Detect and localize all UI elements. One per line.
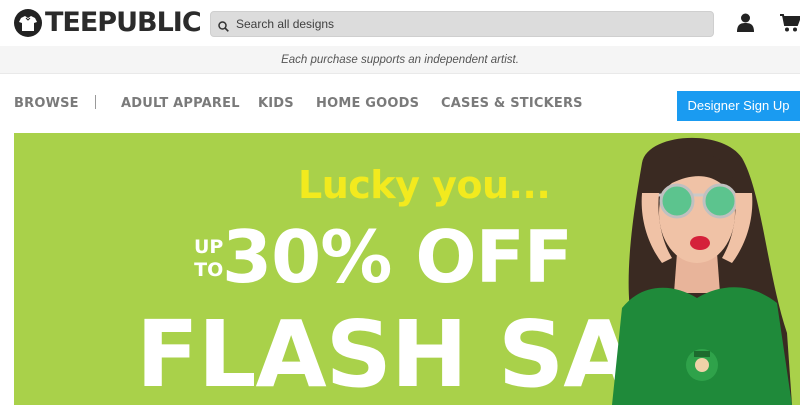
- site-header: TEEPUBLIC: [0, 0, 800, 46]
- main-nav: BROWSE ADULT APPAREL KIDS HOME GOODS CAS…: [0, 75, 800, 131]
- cart-icon[interactable]: [780, 14, 800, 32]
- hero-upto-line1: UP: [194, 236, 224, 258]
- hero-headline: Lucky you...: [298, 163, 551, 207]
- logo-text: TEEPUBLIC: [45, 7, 202, 38]
- designer-signup-button[interactable]: Designer Sign Up: [677, 91, 800, 121]
- hero-upto: UP TO: [194, 236, 223, 282]
- user-icon[interactable]: [737, 13, 754, 32]
- nav-item-adult-apparel[interactable]: ADULT APPAREL: [121, 96, 240, 111]
- nav-item-home-goods[interactable]: HOME GOODS: [316, 96, 419, 111]
- hero-discount: 30% OFF: [222, 215, 573, 299]
- nav-item-browse[interactable]: BROWSE: [14, 96, 79, 111]
- search-bar[interactable]: [210, 11, 714, 37]
- search-icon[interactable]: [218, 19, 229, 32]
- hero-upto-line2: TO: [194, 259, 224, 281]
- logo-badge-icon: [14, 9, 42, 37]
- hero-model-image: [602, 133, 800, 405]
- search-input[interactable]: [236, 17, 696, 31]
- nav-item-kids[interactable]: KIDS: [258, 96, 294, 111]
- teepublic-logo[interactable]: TEEPUBLIC: [14, 7, 202, 38]
- nav-item-cases-stickers[interactable]: CASES & STICKERS: [441, 96, 583, 111]
- tagline-banner: Each purchase supports an independent ar…: [0, 46, 800, 74]
- nav-divider: [95, 95, 96, 109]
- hero-banner[interactable]: Lucky you... UP TO 30% OFF FLASH SALE: [14, 133, 800, 405]
